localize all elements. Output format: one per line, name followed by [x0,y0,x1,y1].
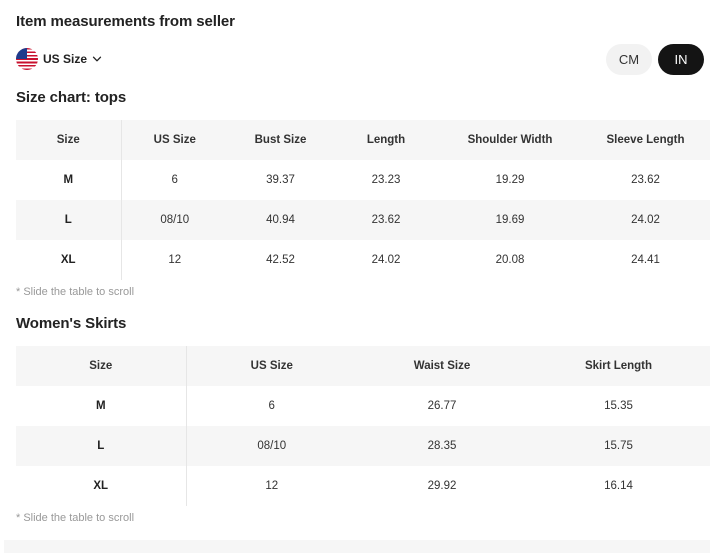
table-cell: 19.29 [495,174,525,186]
size-cell: M [16,160,122,200]
table-cell: 40.94 [228,200,333,240]
scroll-hint: * Slide the table to scroll [16,286,135,298]
size-cell: XL [16,240,122,280]
unit-in-button[interactable]: IN [658,44,704,75]
column-header: Size [16,120,122,160]
table-cell: 12 [265,480,279,492]
table-row: M 6 26.77 15.35 [16,386,710,426]
table-row: M 6 39.37 23.23 19.29 23.62 [16,160,710,200]
table-cell: 24.41 [631,254,660,266]
us-flag-icon [16,48,38,70]
table-cell: 19.69 [439,200,581,240]
column-header: Bust Size [228,120,333,160]
table-cell: 23.62 [631,174,660,186]
tops-section-title: Size chart: tops [16,89,127,106]
table-cell: 15.75 [527,426,710,466]
table-row: XL 12 29.92 16.14 [16,466,710,506]
table-cell: 20.08 [495,254,525,266]
column-header: Length [333,120,439,160]
table-cell: 08/10 [121,200,228,240]
table-row: XL 12 42.52 24.02 20.08 24.41 [16,240,710,280]
column-header: US Size [121,120,228,160]
unit-toggle: CM IN [606,44,704,75]
page-title: Item measurements from seller [16,13,235,30]
column-header: Waist Size [357,346,527,386]
table-cell: 29.92 [427,480,457,492]
table-cell: 23.23 [371,174,401,186]
chevron-down-icon [92,56,102,62]
table-cell: 26.77 [427,400,457,412]
table-cell: 39.37 [266,174,295,186]
tops-size-table[interactable]: Size US Size Bust Size Length Shoulder W… [16,120,710,280]
size-cell: L [16,426,187,466]
table-cell: 12 [168,254,182,266]
size-cell: L [16,200,122,240]
column-header: Size [16,346,187,386]
table-cell: 6 [268,400,275,412]
table-row: L 08/10 40.94 23.62 19.69 24.02 [16,200,710,240]
skirts-section-title: Women's Skirts [16,315,127,332]
column-header: Skirt Length [527,346,710,386]
skirts-size-table[interactable]: Size US Size Waist Size Skirt Length M 6… [16,346,710,506]
scroll-hint: * Slide the table to scroll [16,512,135,524]
table-cell: 15.35 [604,400,633,412]
size-system-dropdown[interactable]: US Size [16,48,102,70]
table-row: L 08/10 28.35 15.75 [16,426,710,466]
table-cell: 42.52 [266,254,295,266]
next-section-edge [4,540,710,553]
table-cell: 23.62 [333,200,439,240]
table-cell: 28.35 [357,426,527,466]
column-header: US Size [186,346,357,386]
size-cell: XL [16,466,187,506]
table-header-row: Size US Size Waist Size Skirt Length [16,346,710,386]
table-cell: 24.02 [371,254,401,266]
table-cell: 16.14 [604,480,633,492]
unit-cm-button[interactable]: CM [606,44,652,75]
size-cell: M [16,386,187,426]
table-cell: 24.02 [581,200,710,240]
table-cell: 6 [171,174,178,186]
table-cell: 08/10 [186,426,357,466]
column-header: Shoulder Width [439,120,581,160]
column-header: Sleeve Length [581,120,710,160]
table-header-row: Size US Size Bust Size Length Shoulder W… [16,120,710,160]
size-system-label: US Size [43,52,88,66]
